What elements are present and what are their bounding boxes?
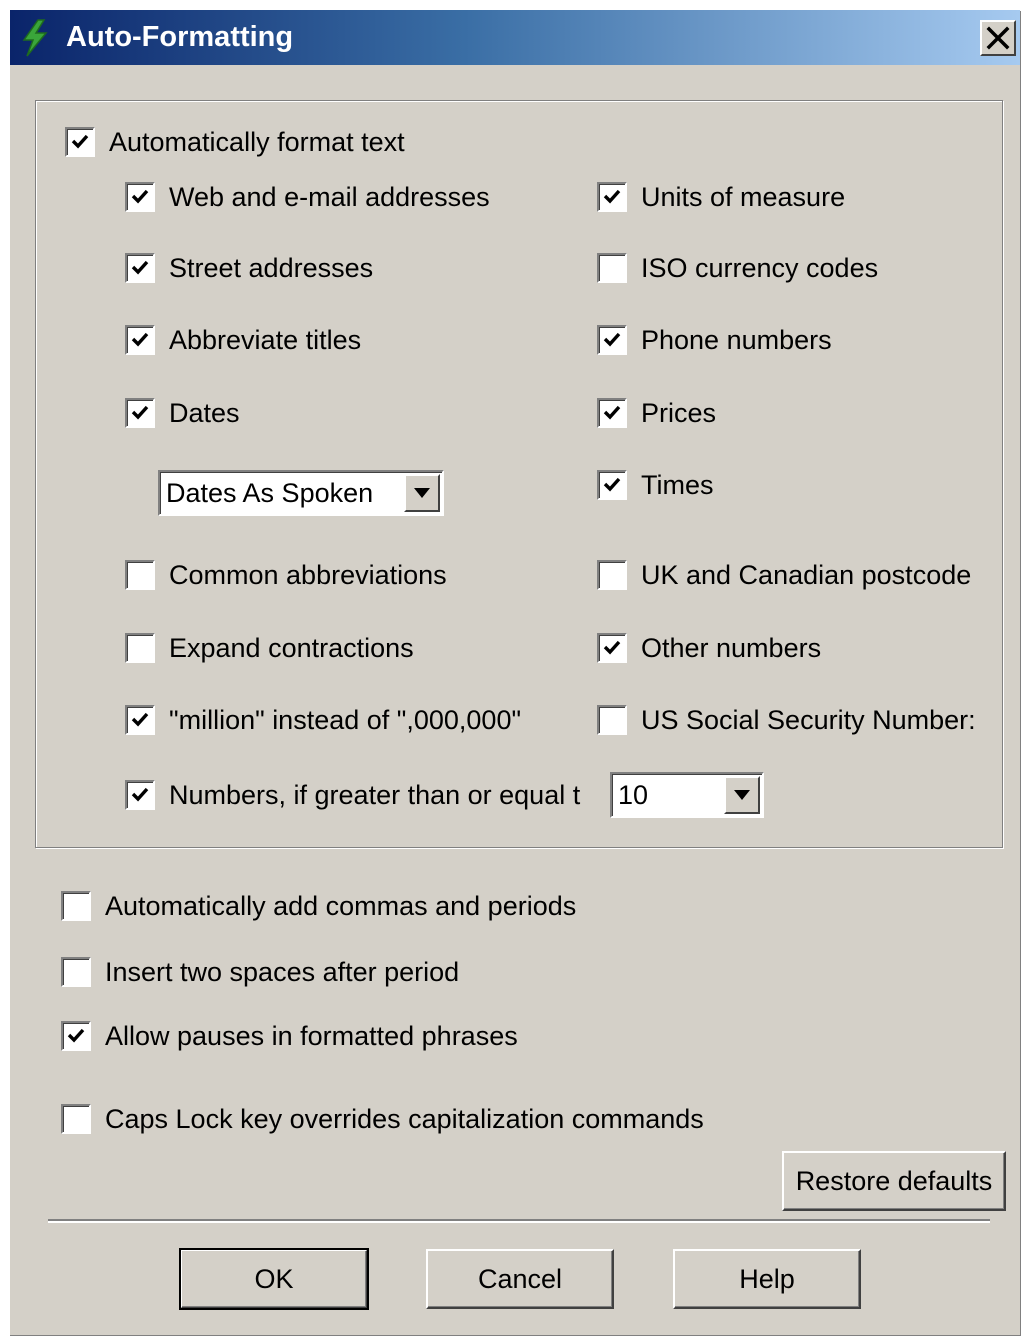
checkbox-label: Caps Lock key overrides capitalization c…: [105, 1104, 704, 1134]
check-mark-icon: [603, 477, 621, 492]
caps-lock-overrides-checkbox[interactable]: Caps Lock key overrides capitalization c…: [61, 1102, 704, 1136]
checkbox-label: Allow pauses in formatted phrases: [105, 1021, 518, 1051]
check-mark-icon: [71, 134, 89, 149]
lightning-icon: [22, 19, 48, 57]
separator: [48, 1219, 990, 1223]
close-icon: [986, 26, 1010, 50]
chevron-down-icon: [414, 488, 430, 498]
times-checkbox[interactable]: Times: [597, 468, 714, 502]
check-mark-icon: [603, 189, 621, 204]
dropdown-button[interactable]: [404, 474, 440, 512]
allow-pauses-checkbox[interactable]: Allow pauses in formatted phrases: [61, 1019, 518, 1053]
checkbox-label: US Social Security Number:: [641, 705, 976, 735]
abbreviate-titles-checkbox[interactable]: Abbreviate titles: [125, 323, 361, 357]
checkbox-label: Web and e-mail addresses: [169, 182, 490, 212]
checkbox-box[interactable]: [125, 182, 155, 212]
checkbox-box[interactable]: [125, 398, 155, 428]
checkbox-label: ISO currency codes: [641, 253, 879, 283]
check-mark-icon: [67, 1028, 85, 1043]
other-numbers-checkbox[interactable]: Other numbers: [597, 631, 821, 665]
checkbox-box[interactable]: [65, 127, 95, 157]
auto-formatting-dialog: Auto-Formatting Automatically format tex…: [9, 10, 1020, 1335]
check-mark-icon: [131, 405, 149, 420]
dates-format-dropdown[interactable]: Dates As Spoken: [158, 470, 444, 516]
checkbox-box[interactable]: [597, 705, 627, 735]
checkbox-box[interactable]: [597, 253, 627, 283]
checkbox-box[interactable]: [597, 182, 627, 212]
checkbox-label: Street addresses: [169, 253, 374, 283]
million-instead-checkbox[interactable]: "million" instead of ",000,000": [125, 703, 521, 737]
checkbox-box[interactable]: [597, 560, 627, 590]
checkbox-label: Automatically format text: [109, 127, 405, 157]
two-spaces-after-period-checkbox[interactable]: Insert two spaces after period: [61, 955, 459, 989]
check-mark-icon: [131, 260, 149, 275]
checkbox-label: Times: [641, 470, 714, 500]
checkbox-box[interactable]: [61, 957, 91, 987]
checkbox-label: Prices: [641, 398, 717, 428]
checkbox-box[interactable]: [125, 253, 155, 283]
checkbox-box[interactable]: [125, 325, 155, 355]
checkbox-label: Numbers, if greater than or equal t: [169, 780, 581, 810]
checkbox-box[interactable]: [125, 705, 155, 735]
checkbox-label: Automatically add commas and periods: [105, 891, 577, 921]
checkbox-box[interactable]: [61, 1021, 91, 1051]
dropdown-value: Dates As Spoken: [166, 478, 374, 508]
checkbox-label: "million" instead of ",000,000": [169, 705, 522, 735]
ok-button[interactable]: OK: [179, 1248, 369, 1310]
dropdown-value: 10: [618, 780, 649, 810]
checkbox-label: Units of measure: [641, 182, 846, 212]
common-abbreviations-checkbox[interactable]: Common abbreviations: [125, 558, 447, 592]
web-email-addresses-checkbox[interactable]: Web and e-mail addresses: [125, 180, 490, 214]
checkbox-box[interactable]: [61, 1104, 91, 1134]
checkbox-box[interactable]: [125, 780, 155, 810]
check-mark-icon: [131, 787, 149, 802]
iso-currency-codes-checkbox[interactable]: ISO currency codes: [597, 251, 878, 285]
checkbox-box[interactable]: [125, 560, 155, 590]
street-addresses-checkbox[interactable]: Street addresses: [125, 251, 373, 285]
phone-numbers-checkbox[interactable]: Phone numbers: [597, 323, 832, 357]
checkbox-label: UK and Canadian postcode: [641, 560, 972, 590]
check-mark-icon: [603, 405, 621, 420]
dates-checkbox[interactable]: Dates: [125, 396, 240, 430]
prices-checkbox[interactable]: Prices: [597, 396, 716, 430]
checkbox-box[interactable]: [597, 398, 627, 428]
expand-contractions-checkbox[interactable]: Expand contractions: [125, 631, 414, 665]
us-ssn-checkbox[interactable]: US Social Security Number:: [597, 703, 995, 737]
restore-defaults-button[interactable]: Restore defaults: [782, 1151, 1006, 1211]
units-of-measure-checkbox[interactable]: Units of measure: [597, 180, 845, 214]
check-mark-icon: [131, 332, 149, 347]
title-bar[interactable]: Auto-Formatting: [10, 10, 1020, 65]
checkbox-box[interactable]: [597, 325, 627, 355]
dropdown-button[interactable]: [724, 776, 760, 814]
checkbox-label: Other numbers: [641, 633, 822, 663]
checkbox-label: Phone numbers: [641, 325, 832, 355]
checkbox-box[interactable]: [61, 891, 91, 921]
checkbox-box[interactable]: [597, 470, 627, 500]
add-commas-periods-checkbox[interactable]: Automatically add commas and periods: [61, 889, 576, 923]
checkbox-label: Abbreviate titles: [169, 325, 362, 355]
close-button[interactable]: [980, 20, 1016, 56]
check-mark-icon: [603, 332, 621, 347]
numbers-threshold-checkbox[interactable]: Numbers, if greater than or equal t: [125, 778, 600, 812]
checkbox-label: Insert two spaces after period: [105, 957, 460, 987]
help-button[interactable]: Help: [673, 1249, 861, 1309]
checkbox-label: Expand contractions: [169, 633, 414, 663]
check-mark-icon: [603, 640, 621, 655]
check-mark-icon: [131, 189, 149, 204]
checkbox-label: Dates: [169, 398, 240, 428]
window-title: Auto-Formatting: [66, 21, 294, 53]
chevron-down-icon: [734, 790, 750, 800]
cancel-button[interactable]: Cancel: [426, 1249, 614, 1309]
check-mark-icon: [131, 712, 149, 727]
automatically-format-text-checkbox[interactable]: Automatically format text: [65, 125, 405, 159]
number-threshold-dropdown[interactable]: 10: [610, 772, 764, 818]
checkbox-box[interactable]: [597, 633, 627, 663]
checkbox-label: Common abbreviations: [169, 560, 447, 590]
checkbox-box[interactable]: [125, 633, 155, 663]
uk-canadian-postcode-checkbox[interactable]: UK and Canadian postcode: [597, 558, 997, 592]
